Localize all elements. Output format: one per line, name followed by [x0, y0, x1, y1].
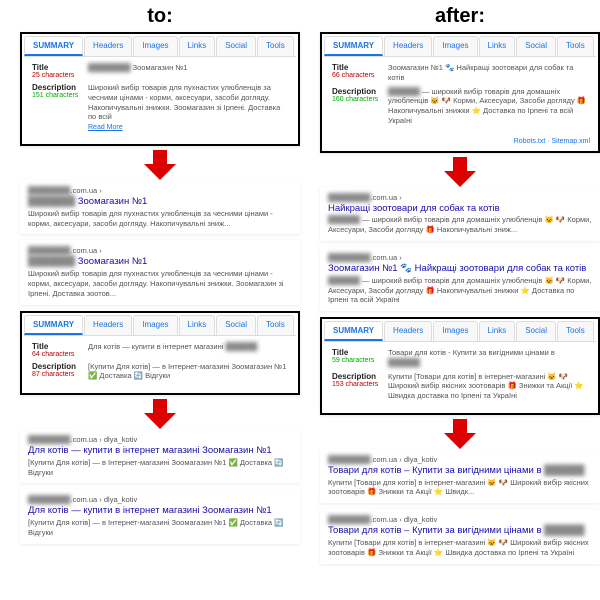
footer-links[interactable]: Robots.txt · Sitemap.xml [324, 136, 596, 149]
header-to: to: [20, 0, 300, 32]
serp-card: ████████.com.ua › dlya_kotiv Товари для … [320, 509, 600, 563]
serp-desc: Широкий вибір товарів для пухнастих улюб… [28, 209, 292, 229]
arrow-icon [20, 399, 300, 429]
title-value: Зоомагазин №1 [133, 63, 188, 72]
serp-card: ████████.com.ua › ███████ Зоомагазин №1 … [20, 240, 300, 304]
title-chars: 25 characters [32, 72, 88, 79]
tab-images[interactable]: Images [133, 36, 177, 56]
arrow-icon [320, 157, 600, 187]
serp-card: ████████.com.ua › Найкращі зоотовари для… [320, 187, 600, 241]
serp-desc: Широкий вибір товарів для пухнастих улюб… [28, 269, 292, 298]
panel-before-cats: SUMMARY Headers Images Links Social Tool… [20, 311, 300, 396]
tab-headers[interactable]: Headers [84, 36, 132, 56]
serp-title[interactable]: ███████ Зоомагазин №1 [28, 256, 292, 268]
tab-summary[interactable]: SUMMARY [24, 36, 83, 56]
panel-after-home: SUMMARY Headers Images Links Social Tool… [320, 32, 600, 153]
tabs: SUMMARY Headers Images Links Social Tool… [24, 36, 296, 57]
read-more[interactable]: Read More [88, 124, 123, 131]
arrow-icon [320, 419, 600, 449]
column-to: to: SUMMARY Headers Images Links Social … [20, 0, 300, 550]
panel-after-cats: SUMMARY Headers Images Links Social Tool… [320, 317, 600, 415]
header-after: after: [320, 0, 600, 32]
title-label: Title [32, 63, 88, 72]
desc-label: Description [32, 83, 88, 92]
column-after: after: SUMMARY Headers Images Links Soci… [320, 0, 600, 570]
tab-tools[interactable]: Tools [257, 36, 294, 56]
serp-card: ████████.com.ua › dlya_kotiv Для котів —… [20, 429, 300, 483]
desc-chars: 151 characters [32, 92, 88, 99]
desc-value: Широкий вибір товарів для пухнастих улюб… [88, 83, 280, 121]
serp-card: ████████.com.ua › dlya_kotiv Товари для … [320, 449, 600, 503]
tab-social[interactable]: Social [216, 36, 256, 56]
panel-before-home: SUMMARY Headers Images Links Social Tool… [20, 32, 300, 146]
arrow-icon [20, 150, 300, 180]
serp-card: ████████.com.ua › dlya_kotiv Для котів —… [20, 489, 300, 543]
serp-title[interactable]: ███████ Зоомагазин №1 [28, 196, 292, 208]
serp-card: ████████.com.ua › Зоомагазин №1 🐾 Найкра… [320, 247, 600, 311]
tab-links[interactable]: Links [179, 36, 216, 56]
blurred-brand: ████████ [88, 63, 131, 72]
serp-card: ████████.com.ua › ███████ Зоомагазин №1 … [20, 180, 300, 234]
